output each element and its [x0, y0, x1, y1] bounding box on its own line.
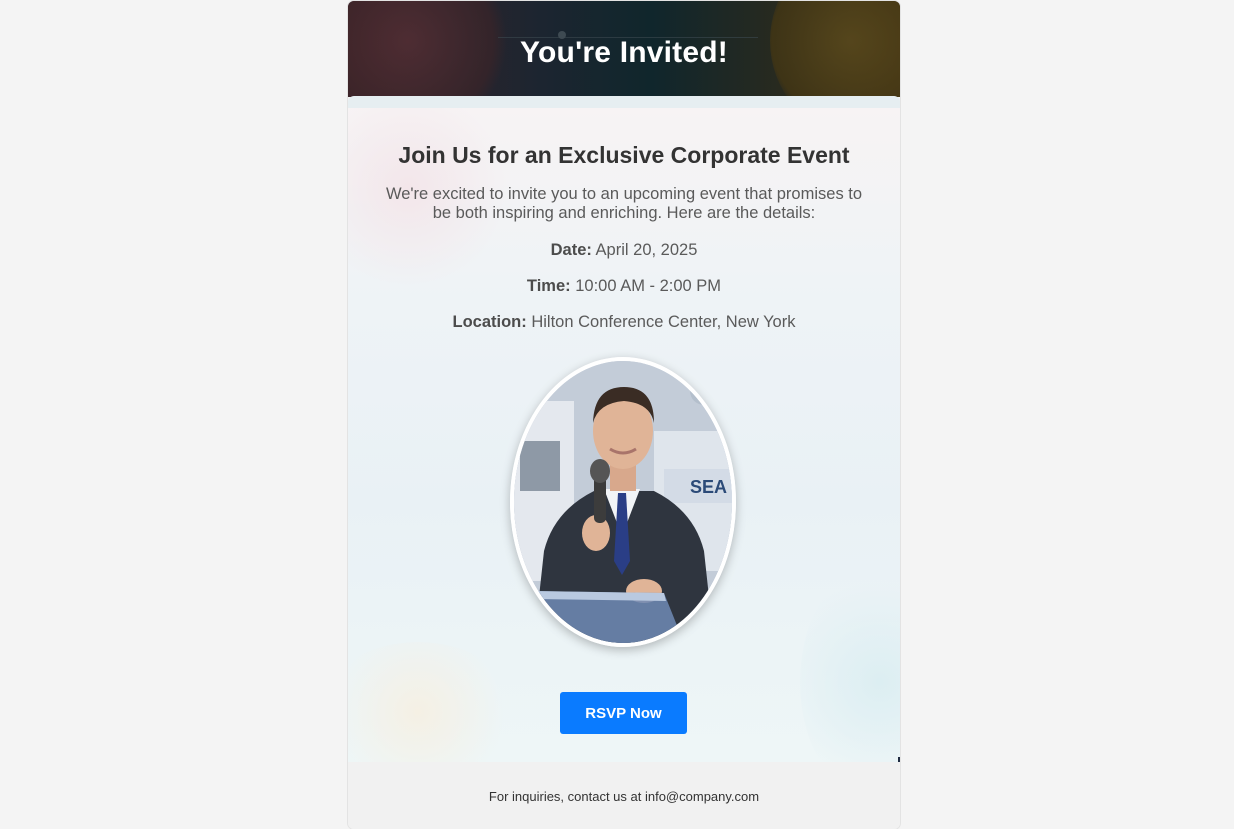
- decorative-blob: [800, 562, 900, 762]
- decorative-blob: [348, 642, 518, 762]
- time-value: 10:00 AM - 2:00 PM: [570, 277, 722, 295]
- event-heading: Join Us for an Exclusive Corporate Event: [398, 142, 850, 168]
- event-date: Date: April 20, 2025: [348, 241, 900, 260]
- location-label: Location:: [452, 313, 527, 331]
- page-title: You're Invited!: [520, 36, 728, 69]
- invitation-card: You're Invited! Join Us for an Exclusive…: [348, 1, 900, 829]
- event-time: Time: 10:00 AM - 2:00 PM: [348, 277, 900, 296]
- time-label: Time:: [526, 277, 571, 295]
- svg-text:SEA: SEA: [690, 477, 727, 497]
- event-content: Join Us for an Exclusive Corporate Event…: [348, 96, 900, 762]
- event-intro: We're excited to invite you to an upcomi…: [385, 185, 863, 222]
- rsvp-button[interactable]: RSVP Now: [560, 692, 687, 734]
- location-value: Hilton Conference Center, New York: [526, 313, 796, 331]
- header-banner: You're Invited!: [348, 1, 900, 97]
- speaker-illustration: SEA: [514, 361, 732, 643]
- footer-contact: For inquiries, contact us at info@compan…: [488, 789, 760, 804]
- event-location: Location: Hilton Conference Center, New …: [348, 313, 900, 332]
- date-label: Date:: [550, 241, 592, 259]
- footer: For inquiries, contact us at info@compan…: [348, 762, 900, 829]
- speaker-photo: SEA: [510, 357, 736, 647]
- date-value: April 20, 2025: [591, 241, 698, 259]
